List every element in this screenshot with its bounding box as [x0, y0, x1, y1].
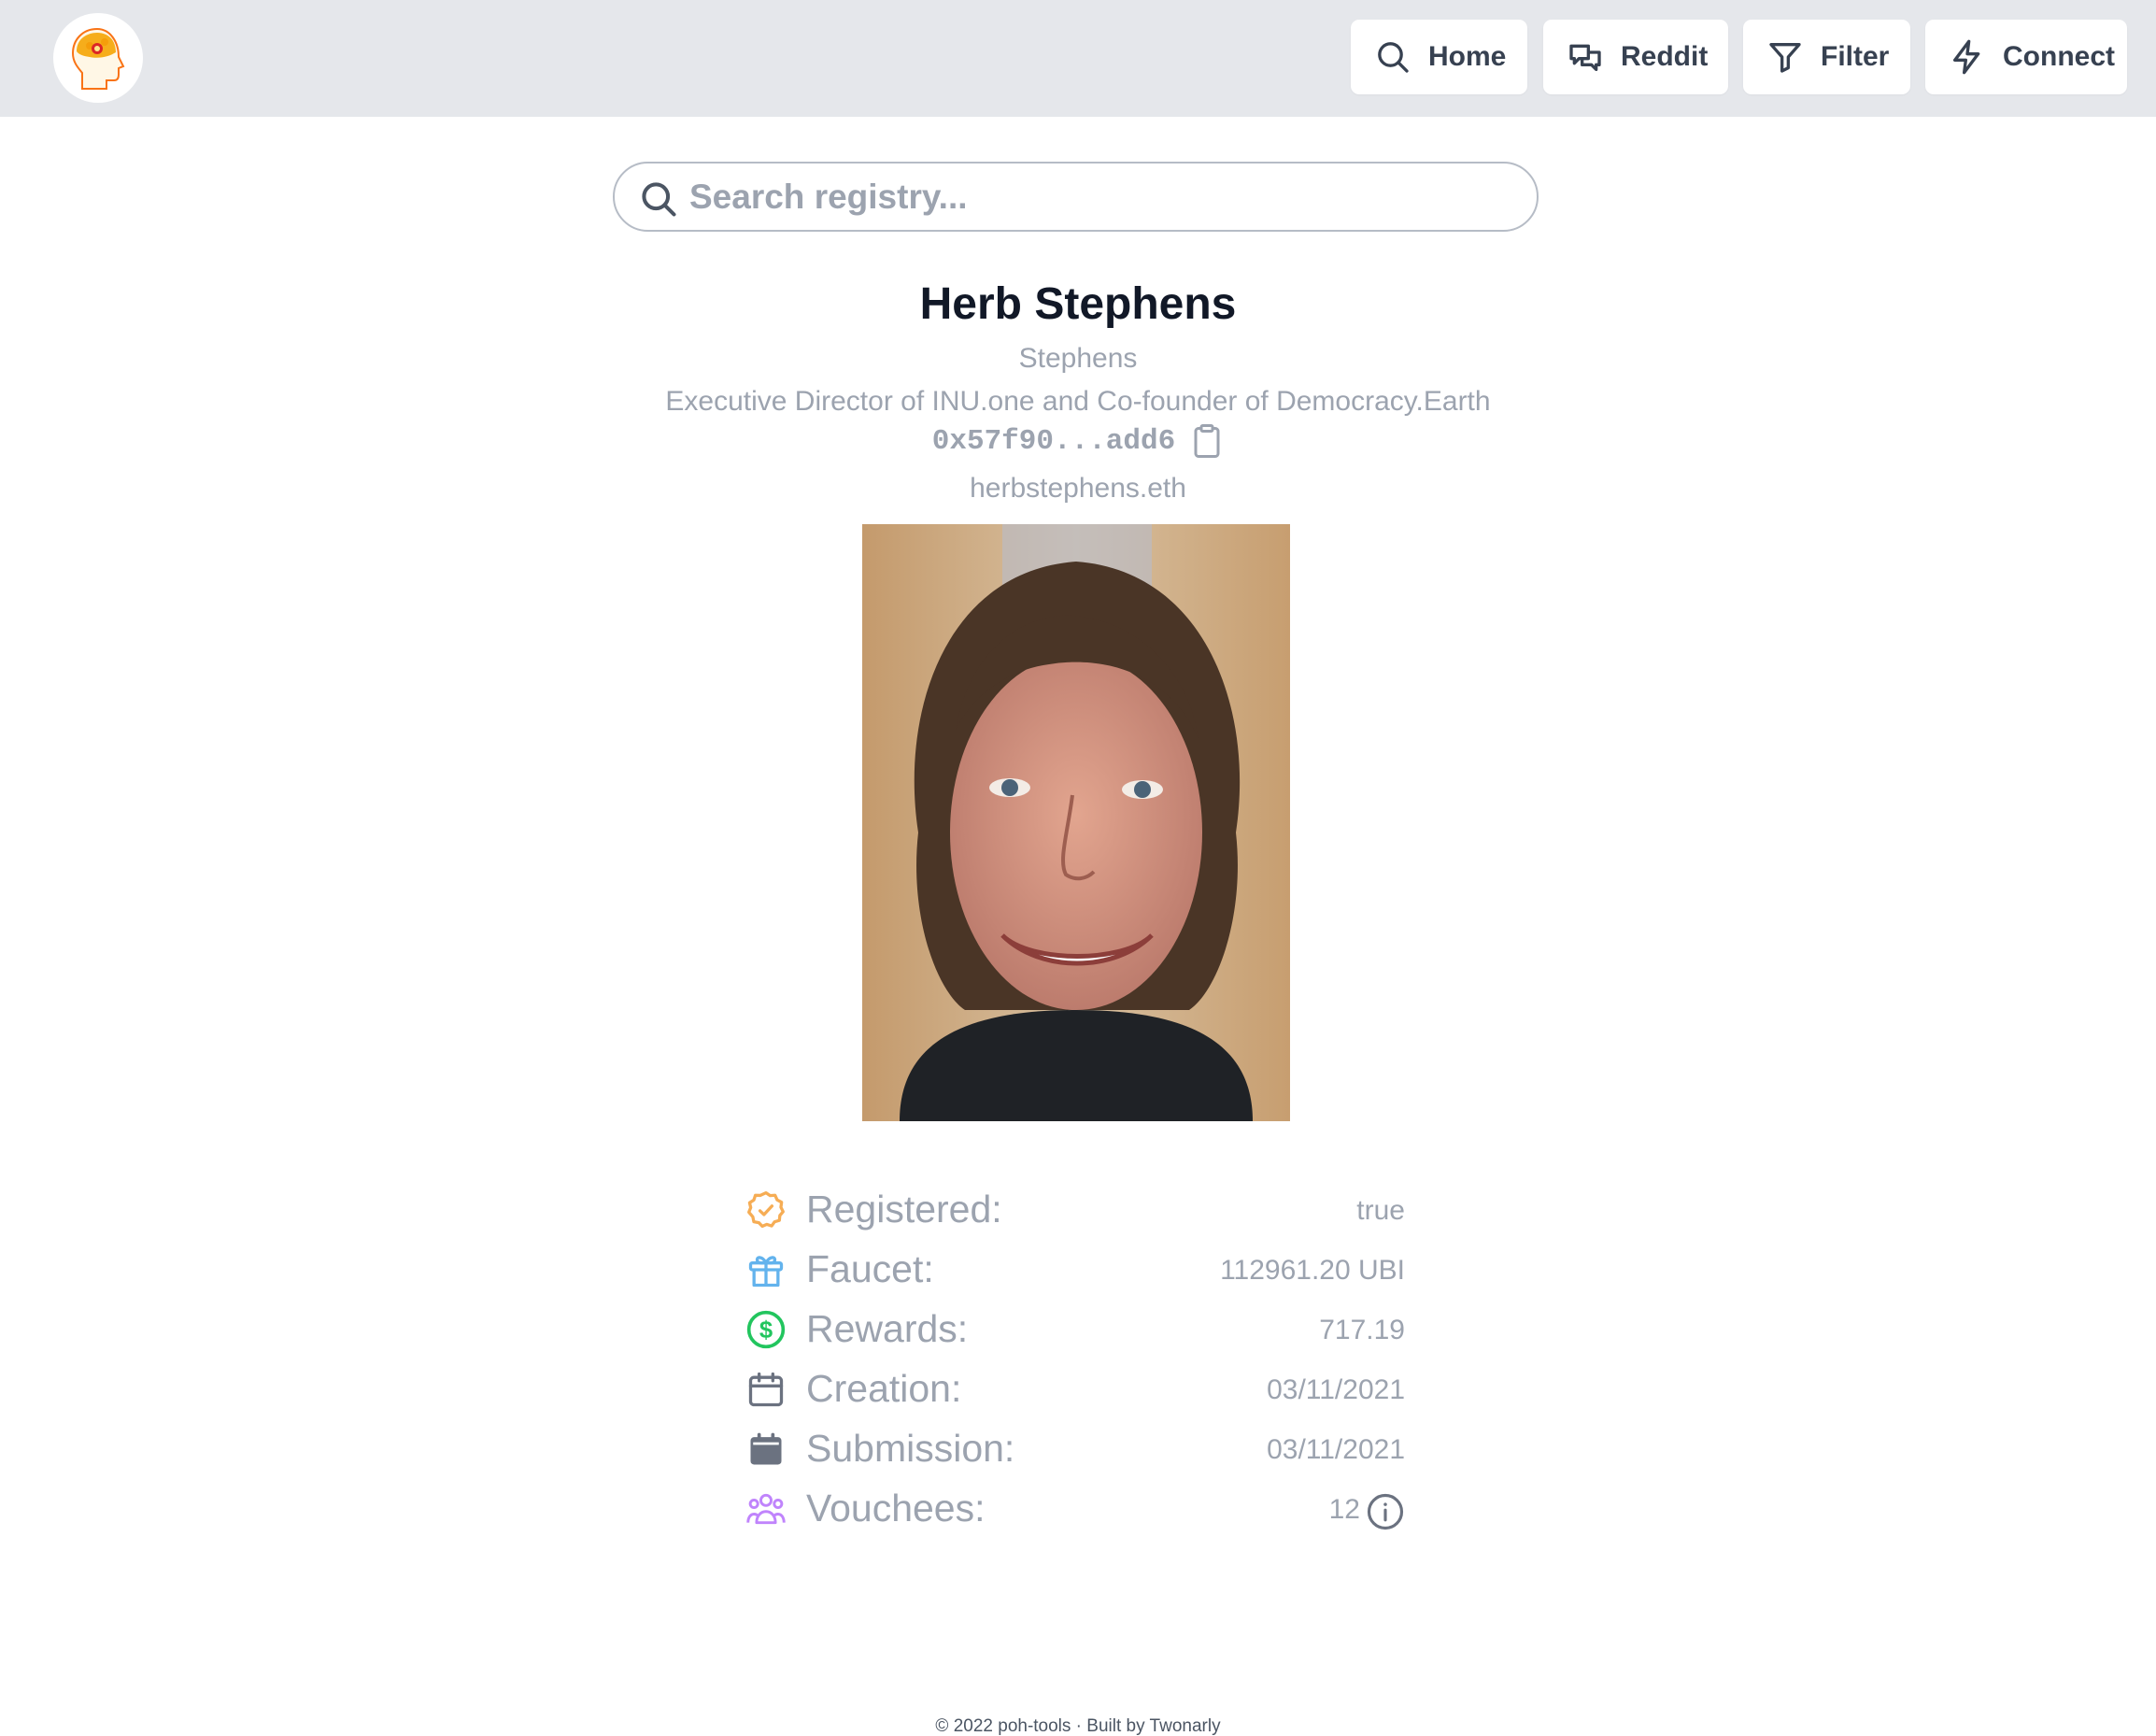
gift-icon — [748, 1256, 784, 1288]
filter-label: Filter — [1821, 41, 1890, 72]
stat-label: Vouchees: — [806, 1487, 986, 1530]
top-navbar: Home Reddit Filter Connect — [0, 0, 2156, 117]
search-input[interactable] — [689, 171, 1511, 223]
svg-text:$: $ — [759, 1317, 773, 1344]
search-icon — [642, 182, 676, 217]
stat-faucet: Faucet: 112961.20 UBI — [745, 1242, 1405, 1294]
chat-bubbles-icon — [1569, 44, 1601, 72]
filter-icon — [1769, 43, 1801, 73]
stat-value: 03/11/2021 — [1267, 1374, 1405, 1405]
filter-button[interactable]: Filter — [1743, 20, 1910, 94]
connect-button[interactable]: Connect — [1925, 20, 2127, 94]
calendar-solid-icon — [750, 1432, 782, 1465]
stat-value: 112961.20 UBI — [1220, 1255, 1405, 1286]
ens-name: herbstephens.eth — [970, 473, 1186, 504]
brain-logo-icon[interactable] — [53, 13, 143, 103]
stat-value: 12 — [1328, 1494, 1360, 1525]
stat-label: Creation: — [806, 1367, 962, 1410]
stat-label: Registered: — [806, 1188, 1002, 1231]
wallet-address: 0x57f90...add6 — [931, 424, 1176, 458]
stat-value: true — [1356, 1195, 1405, 1226]
badge-check-icon — [747, 1191, 785, 1229]
stat-vouchees: Vouchees: 12 — [745, 1481, 1405, 1533]
lightning-icon — [1953, 39, 1980, 75]
home-label: Home — [1428, 41, 1507, 72]
profile-bio: Executive Director of INU.one and Co-fou… — [665, 386, 1491, 417]
profile-name: Herb Stephens — [919, 279, 1237, 329]
info-icon[interactable] — [1366, 1492, 1405, 1531]
stat-rewards: $ Rewards: 717.19 — [745, 1302, 1405, 1354]
profile-nickname: Stephens — [1018, 343, 1138, 374]
address-row: 0x57f90...add6 — [0, 422, 2156, 460]
stat-submission: Submission: 03/11/2021 — [745, 1421, 1405, 1473]
stat-value: 03/11/2021 — [1267, 1434, 1405, 1465]
reddit-label: Reddit — [1621, 41, 1709, 72]
search-icon — [1378, 42, 1409, 73]
calendar-outline-icon — [748, 1372, 784, 1407]
stat-registered: Registered: true — [745, 1182, 1405, 1234]
reddit-button[interactable]: Reddit — [1543, 20, 1728, 94]
home-button[interactable]: Home — [1351, 20, 1527, 94]
stat-label: Rewards: — [806, 1307, 969, 1350]
footer-text: © 2022 poh-tools · Built by Twonarly — [935, 1716, 1221, 1736]
user-group-icon — [746, 1493, 786, 1525]
profile-photo — [862, 524, 1290, 1121]
copy-icon[interactable] — [1190, 422, 1224, 460]
dollar-circle-icon: $ — [746, 1310, 786, 1349]
stat-label: Submission: — [806, 1427, 1015, 1470]
stat-value: 717.19 — [1319, 1315, 1405, 1345]
stat-label: Faucet: — [806, 1247, 934, 1290]
registry-search-bar — [613, 162, 1539, 232]
connect-label: Connect — [2003, 41, 2115, 72]
stat-creation: Creation: 03/11/2021 — [745, 1361, 1405, 1414]
